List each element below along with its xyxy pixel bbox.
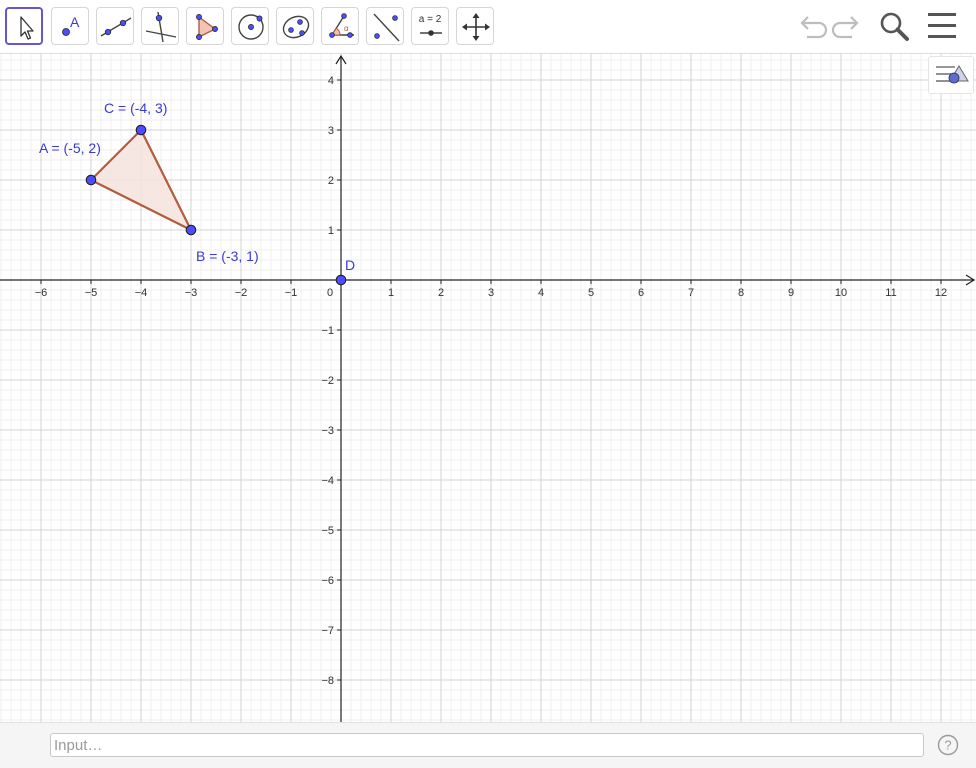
perpendicular-line-icon (145, 11, 177, 43)
point-tool-button[interactable]: A (51, 7, 89, 45)
input-bar: ? (0, 722, 976, 768)
undo-icon (800, 16, 828, 39)
angle-tool-button[interactable]: α (321, 7, 359, 45)
search-icon (880, 12, 909, 41)
angle-icon: α (329, 13, 354, 38)
y-axis-tick-label: 1 (328, 225, 334, 237)
x-axis-tick-label: 3 (488, 287, 494, 299)
x-axis-tick-label: −6 (35, 287, 48, 299)
x-axis-tick-label: −3 (185, 287, 198, 299)
y-axis-tick-label: 4 (328, 75, 334, 87)
graphics-canvas[interactable]: −6 −5 −4 −3 −2 −1 0 1 2 3 4 5 6 7 8 9 10 11 124321−1−2−3−4… (0, 54, 976, 722)
x-axis-tick-label: −4 (135, 287, 148, 299)
point-a-label: A = (-5, 2) (39, 140, 101, 156)
x-axis-tick-label: 5 (588, 287, 594, 299)
y-axis-tick-label: 3 (328, 125, 334, 137)
y-axis-tick-label: −4 (321, 475, 334, 487)
x-axis-tick-label: 8 (738, 287, 744, 299)
style-bar-toggle-button[interactable] (928, 56, 974, 94)
ellipse-icon (282, 15, 310, 39)
x-axis-tick-label: 2 (438, 287, 444, 299)
line-through-points-icon (100, 17, 132, 37)
angle-tool-label: α (344, 24, 349, 33)
y-axis-tick-label: −2 (321, 375, 334, 387)
point-icon: A (62, 14, 80, 36)
x-axis-tick-label: 11 (885, 287, 896, 299)
graphics-style-bar-icon (936, 65, 969, 84)
redo-icon (831, 16, 859, 39)
y-axis-tick-label: −8 (321, 675, 334, 687)
help-icon[interactable]: ? (937, 734, 959, 756)
x-axis-tick-label: −5 (85, 287, 98, 299)
algebra-input-field[interactable] (50, 733, 924, 757)
move-tool-button[interactable] (5, 7, 43, 45)
y-axis-tick-label: −7 (321, 625, 334, 637)
point-b-label: B = (-3, 1) (196, 248, 259, 264)
point-c-label: C = (-4, 3) (104, 100, 167, 116)
x-axis-tick-label: −2 (235, 287, 248, 299)
y-axis-tick-label: 2 (328, 175, 334, 187)
move-graphics-view-tool-button[interactable] (456, 7, 494, 45)
slider-icon (420, 30, 442, 36)
y-axis-tick-label: −3 (321, 425, 334, 437)
x-axis-tick-label: 12 (935, 287, 947, 299)
reflect-about-line-icon (373, 13, 400, 42)
perpendicular-line-tool-button[interactable] (141, 7, 179, 45)
y-axis-tick-label: −5 (321, 525, 334, 537)
svg-text:?: ? (944, 738, 951, 753)
polygon-tool-button[interactable] (186, 7, 224, 45)
undo-button[interactable] (793, 9, 829, 43)
point-tool-label: A (70, 14, 80, 30)
line-tool-button[interactable] (96, 7, 134, 45)
x-axis-tick-label: 4 (538, 287, 544, 299)
x-axis-tick-label: 0 (327, 287, 333, 299)
toolbar: A α a = 2 (0, 0, 976, 54)
point-b[interactable] (185, 224, 197, 236)
x-axis-tick-label: −1 (285, 287, 298, 299)
x-axis-tick-label: 6 (638, 287, 644, 299)
main-menu-button[interactable] (924, 9, 960, 43)
x-axis-tick-label: 1 (388, 287, 394, 299)
y-axis-tick-label: −6 (321, 575, 334, 587)
menu-icon (928, 13, 956, 38)
circle-with-center-icon (238, 14, 264, 40)
circle-center-point-tool-button[interactable] (231, 7, 269, 45)
point-c[interactable] (135, 124, 147, 136)
redo-button[interactable] (830, 9, 866, 43)
point-d[interactable] (335, 274, 347, 286)
polygon-icon (196, 14, 218, 40)
point-a[interactable] (85, 174, 97, 186)
ellipse-tool-button[interactable] (276, 7, 314, 45)
x-axis-tick-label: 7 (688, 287, 694, 299)
point-d-label: D (345, 257, 355, 273)
graphics-view[interactable]: −6 −5 −4 −3 −2 −1 0 1 2 3 4 5 6 7 8 9 10 11 12 4 3 2 1 −1 −2 −3 −4… (0, 54, 976, 722)
move-view-arrows-icon (462, 13, 490, 41)
reflect-tool-button[interactable] (366, 7, 404, 45)
cursor-arrow-icon (20, 16, 34, 40)
slider-tool-button[interactable]: a = 2 (411, 7, 449, 45)
search-button[interactable] (876, 9, 912, 43)
x-axis-tick-label: 10 (835, 287, 847, 299)
y-axis-tick-label: −1 (321, 325, 334, 337)
x-axis-tick-label: 9 (788, 287, 794, 299)
